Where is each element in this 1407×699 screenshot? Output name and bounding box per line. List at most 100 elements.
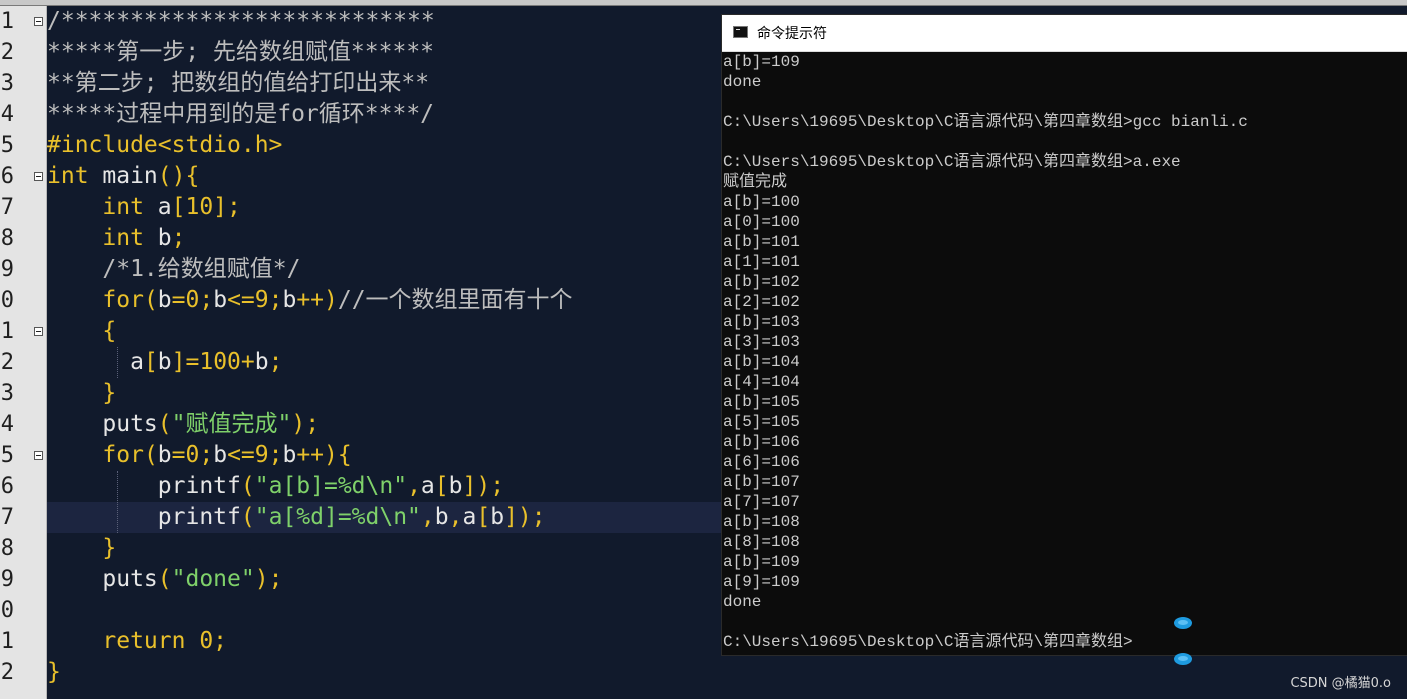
console-line: a[b]=108 [723, 513, 800, 531]
line-number: 8 [0, 226, 14, 251]
code-token: printf [47, 504, 241, 530]
code-line[interactable]: **第二步; 把数组的值给打印出来** [47, 68, 429, 99]
code-line[interactable]: } [47, 657, 61, 688]
code-token: b [282, 287, 297, 313]
code-token: b [434, 504, 449, 530]
selection-handle-top[interactable] [1174, 617, 1192, 629]
code-token: a [420, 473, 435, 499]
line-number: 3 [0, 71, 14, 96]
code-line[interactable]: #include<stdio.h> [47, 130, 282, 161]
code-line[interactable]: a[b]=100+b; [47, 347, 282, 378]
code-token: #include<stdio.h> [47, 132, 283, 158]
code-token: //一个数组里面有十个 [337, 287, 573, 313]
code-line[interactable]: for(b=0;b<=9;b++){ [47, 440, 351, 471]
code-token: b [143, 225, 172, 251]
code-token: /*1.给数组赋值*/ [47, 256, 301, 282]
code-token: b [254, 349, 269, 375]
code-token: , [448, 504, 463, 530]
code-token: for [102, 442, 144, 468]
code-token: int [47, 163, 89, 189]
code-token: { [47, 318, 117, 344]
line-number: 7 [0, 195, 14, 220]
code-token: b [213, 442, 228, 468]
code-token: ( [157, 411, 172, 437]
code-token: ++) [296, 287, 338, 313]
code-token: int [102, 194, 144, 220]
watermark: CSDN @橘猫0.o [1290, 676, 1391, 691]
console-titlebar[interactable]: 命令提示符 [722, 15, 1407, 52]
code-line[interactable]: /*************************** [47, 6, 435, 37]
console-line: 赋值完成 [723, 173, 788, 191]
code-line[interactable]: int a[10]; [47, 192, 241, 223]
code-line[interactable]: } [47, 533, 116, 564]
code-token: , [407, 473, 421, 499]
code-line[interactable]: printf("a[b]=%d\n",a[b]); [47, 471, 504, 502]
code-token: "赋值完成" [171, 411, 292, 437]
line-number-gutter: 1 2 3 4 5 6 7 8 9 0 1 2 3 4 5 6 7 8 9 0 1 2 [0, 6, 47, 699]
console-line: a[8]=108 [723, 533, 800, 551]
code-line[interactable]: int b; [47, 223, 186, 254]
code-token: ]); [462, 473, 505, 499]
console-output[interactable]: a[b]=109 done C:\Users\19695\Desktop\C语言源代… [723, 52, 1403, 652]
console-line: a[9]=109 [723, 573, 800, 591]
code-token: int [102, 225, 144, 251]
code-line[interactable]: *****第一步; 先给数组赋值****** [47, 37, 434, 68]
code-line[interactable]: puts("赋值完成"); [47, 409, 319, 440]
code-line[interactable]: puts("done"); [47, 564, 282, 595]
code-line[interactable]: { [47, 316, 116, 347]
line-number: 7 [0, 505, 14, 530]
code-line[interactable]: int main(){ [47, 161, 199, 192]
console-line: C:\Users\19695\Desktop\C语言源代码\第四章数组>gcc … [723, 113, 1248, 131]
code-token: a [47, 349, 144, 375]
code-token: *****第一步; 先给数组赋值****** [47, 39, 435, 65]
code-token: ( [240, 504, 255, 530]
fold-toggle-icon[interactable] [34, 327, 43, 336]
code-line[interactable]: for(b=0;b<=9;b++)//一个数组里面有十个 [47, 285, 573, 316]
line-number: 5 [0, 443, 14, 468]
console-line: a[b]=109 [723, 553, 800, 571]
line-number: 2 [0, 350, 14, 375]
code-token: ; [171, 225, 186, 251]
code-line[interactable]: *****过程中用到的是for循环****/ [47, 99, 434, 130]
line-number: 4 [0, 102, 14, 127]
code-token: ]); [504, 504, 546, 530]
code-line[interactable]: printf("a[%d]=%d\n",b,a[b]); [47, 502, 546, 533]
code-token: /*************************** [47, 8, 435, 34]
line-number: 1 [0, 319, 14, 344]
fold-toggle-icon[interactable] [34, 172, 43, 181]
console-line: a[b]=106 [723, 433, 800, 451]
console-line: a[4]=104 [723, 373, 800, 391]
code-line[interactable]: return 0; [47, 626, 227, 657]
command-prompt-window[interactable]: 命令提示符 a[b]=109 done C:\Users\19695\Desktop… [722, 15, 1407, 655]
console-line: a[b]=103 [723, 313, 800, 331]
line-number: 2 [0, 40, 14, 65]
line-number: 1 [0, 9, 14, 34]
console-line: C:\Users\19695\Desktop\C语言源代码\第四章数组>a.ex… [723, 153, 1181, 171]
code-token: } [47, 535, 117, 561]
console-line: a[b]=107 [723, 473, 800, 491]
code-token: "a[%d]=%d\n" [254, 504, 421, 530]
console-line: a[6]=106 [723, 453, 800, 471]
console-line: done [723, 593, 762, 611]
console-line: a[b]=109 [723, 53, 800, 71]
line-number: 5 [0, 133, 14, 158]
console-line: a[b]=100 [723, 193, 800, 211]
code-token: ]=100+ [171, 349, 255, 375]
console-line: done [723, 73, 762, 91]
code-line[interactable]: } [47, 378, 116, 409]
fold-toggle-icon[interactable] [34, 451, 43, 460]
fold-toggle-icon[interactable] [34, 17, 43, 26]
console-title: 命令提示符 [757, 26, 827, 42]
console-line: a[1]=101 [723, 253, 800, 271]
code-token: return [102, 628, 186, 654]
code-line[interactable]: /*1.给数组赋值*/ [47, 254, 300, 285]
console-line: a[b]=105 [723, 393, 800, 411]
console-line: C:\Users\19695\Desktop\C语言源代码\第四章数组> [723, 633, 1133, 651]
line-number: 8 [0, 536, 14, 561]
selection-handle-bottom[interactable] [1174, 653, 1192, 665]
